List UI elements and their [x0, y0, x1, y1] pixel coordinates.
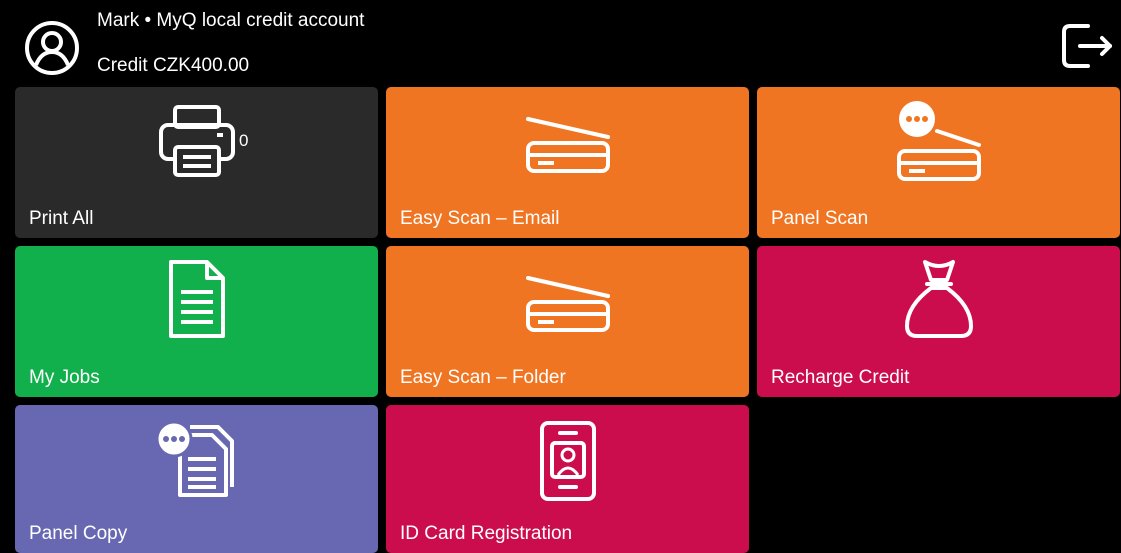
print-job-count: 0 — [239, 131, 249, 150]
tile-my-jobs[interactable]: My Jobs — [15, 246, 378, 397]
credit-balance: Credit CZK400.00 — [97, 55, 250, 76]
tile-easy-scan-folder[interactable]: Easy Scan – Folder — [386, 246, 749, 397]
tile-id-card-registration[interactable]: ID Card Registration — [386, 405, 749, 553]
tile-label: Recharge Credit — [771, 367, 910, 388]
money-bag-icon — [901, 256, 977, 342]
printer-icon — [157, 103, 237, 179]
top-bar: Mark • MyQ local credit account Credit C… — [0, 0, 1121, 86]
copy-chat-icon — [154, 417, 240, 503]
scanner-icon — [522, 115, 614, 175]
tile-label: Print All — [29, 208, 94, 229]
tile-label: ID Card Registration — [400, 523, 573, 544]
scanner-icon — [522, 274, 614, 334]
scanner-chat-icon — [893, 97, 985, 185]
tile-panel-scan[interactable]: Panel Scan — [757, 87, 1120, 238]
document-icon — [165, 256, 229, 342]
tile-label: Easy Scan – Folder — [400, 367, 566, 388]
logout-icon — [1062, 24, 1112, 68]
tile-easy-scan-email[interactable]: Easy Scan – Email — [386, 87, 749, 238]
logout-button[interactable] — [1058, 20, 1116, 72]
tile-label: Panel Scan — [771, 208, 869, 229]
tile-print-all[interactable]: 0 Print All — [15, 87, 378, 238]
id-card-icon — [536, 417, 600, 505]
tile-panel-copy[interactable]: Panel Copy — [15, 405, 378, 553]
tile-recharge-credit[interactable]: Recharge Credit — [757, 246, 1120, 397]
tile-label: My Jobs — [29, 367, 100, 388]
user-circle-icon — [24, 20, 80, 76]
tile-label: Easy Scan – Email — [400, 208, 560, 229]
tile-label: Panel Copy — [29, 523, 128, 544]
user-account-label: Mark • MyQ local credit account — [97, 10, 365, 31]
